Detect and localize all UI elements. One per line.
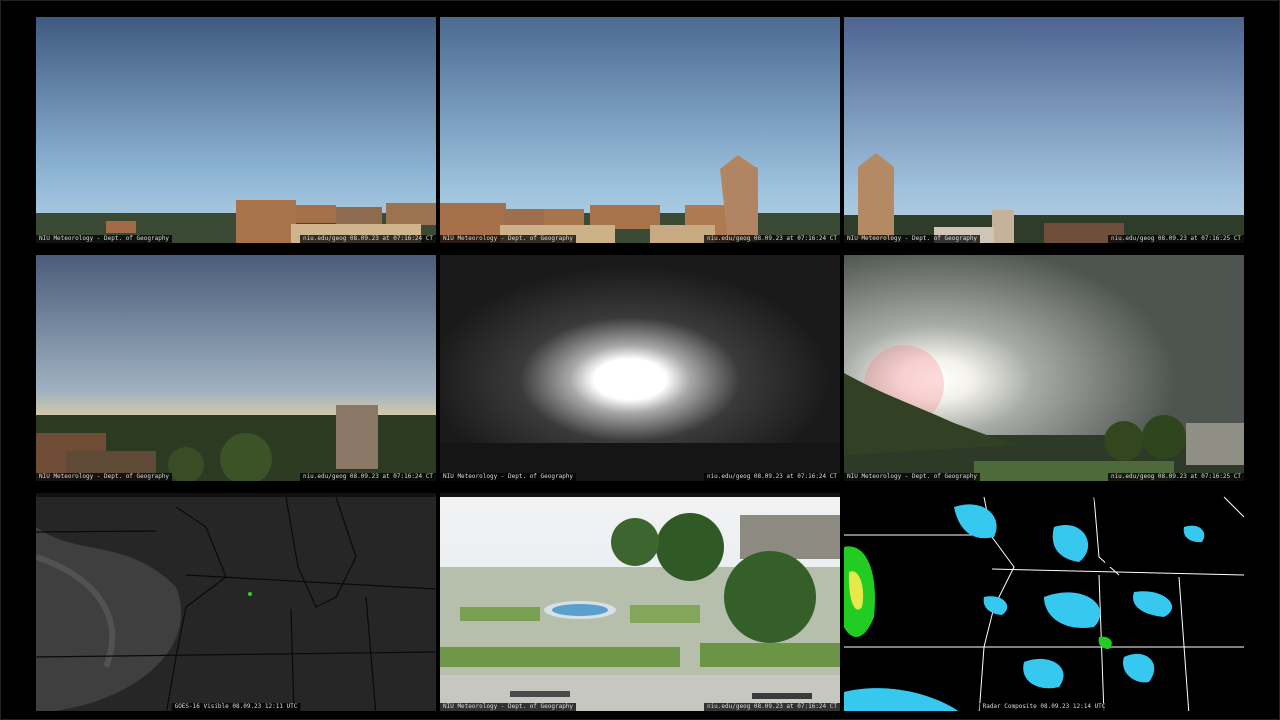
webcam-image-4 xyxy=(36,255,436,481)
webcam-image-5 xyxy=(440,255,840,481)
radar-tile[interactable]: Radar Composite 08.09.23 12:14 UTC xyxy=(844,493,1244,711)
webcam-tile-6[interactable]: NIU Meteorology - Dept. of Geography niu… xyxy=(844,255,1244,481)
radar-caption: Radar Composite 08.09.23 12:14 UTC xyxy=(979,703,1109,711)
webcam-image-1 xyxy=(36,17,436,243)
webcam-5-timestamp: niu.edu/geog 08.09.23 at 07:16:24 CT xyxy=(703,473,840,481)
webcam-quad-source-caption: NIU Meteorology - Dept. of Geography xyxy=(440,703,577,711)
webcam-3-timestamp: niu.edu/geog 08.09.23 at 07:16:25 CT xyxy=(1107,235,1244,243)
webcam-tile-5[interactable]: NIU Meteorology - Dept. of Geography niu… xyxy=(440,255,840,481)
webcam-3-source-caption: NIU Meteorology - Dept. of Geography xyxy=(844,235,981,243)
webcam-2-timestamp: niu.edu/geog 08.09.23 at 07:16:24 CT xyxy=(703,235,840,243)
webcam-quad-timestamp: niu.edu/geog 08.09.23 at 07:16:24 CT xyxy=(703,703,840,711)
satellite-image xyxy=(36,496,436,711)
webcam-6-source-caption: NIU Meteorology - Dept. of Geography xyxy=(844,473,981,481)
webcam-6-timestamp: niu.edu/geog 08.09.23 at 07:16:25 CT xyxy=(1107,473,1244,481)
webcam-1-timestamp: niu.edu/geog 08.09.23 at 07:16:24 CT xyxy=(299,235,436,243)
webcam-image-2 xyxy=(440,17,840,243)
webcam-image-6 xyxy=(844,255,1244,481)
radar-image xyxy=(844,496,1244,711)
webcam-1-source-caption: NIU Meteorology - Dept. of Geography xyxy=(36,235,173,243)
webcam-tile-1[interactable]: NIU Meteorology - Dept. of Geography niu… xyxy=(36,17,436,243)
webcam-5-source-caption: NIU Meteorology - Dept. of Geography xyxy=(440,473,577,481)
webcam-tile-quad[interactable]: NIU Meteorology - Dept. of Geography niu… xyxy=(440,493,840,711)
webcam-4-source-caption: NIU Meteorology - Dept. of Geography xyxy=(36,473,173,481)
webcam-tile-3[interactable]: NIU Meteorology - Dept. of Geography niu… xyxy=(844,17,1244,243)
webcam-image-quad xyxy=(440,497,840,711)
webcam-tile-2[interactable]: NIU Meteorology - Dept. of Geography niu… xyxy=(440,17,840,243)
webcam-2-source-caption: NIU Meteorology - Dept. of Geography xyxy=(440,235,577,243)
webcam-image-3 xyxy=(844,17,1244,243)
satellite-caption: GOES-16 Visible 08.09.23 12:11 UTC xyxy=(171,703,301,711)
satellite-tile[interactable]: GOES-16 Visible 08.09.23 12:11 UTC xyxy=(36,493,436,711)
webcam-4-timestamp: niu.edu/geog 08.09.23 at 07:16:24 CT xyxy=(299,473,436,481)
webcam-tile-4[interactable]: NIU Meteorology - Dept. of Geography niu… xyxy=(36,255,436,481)
